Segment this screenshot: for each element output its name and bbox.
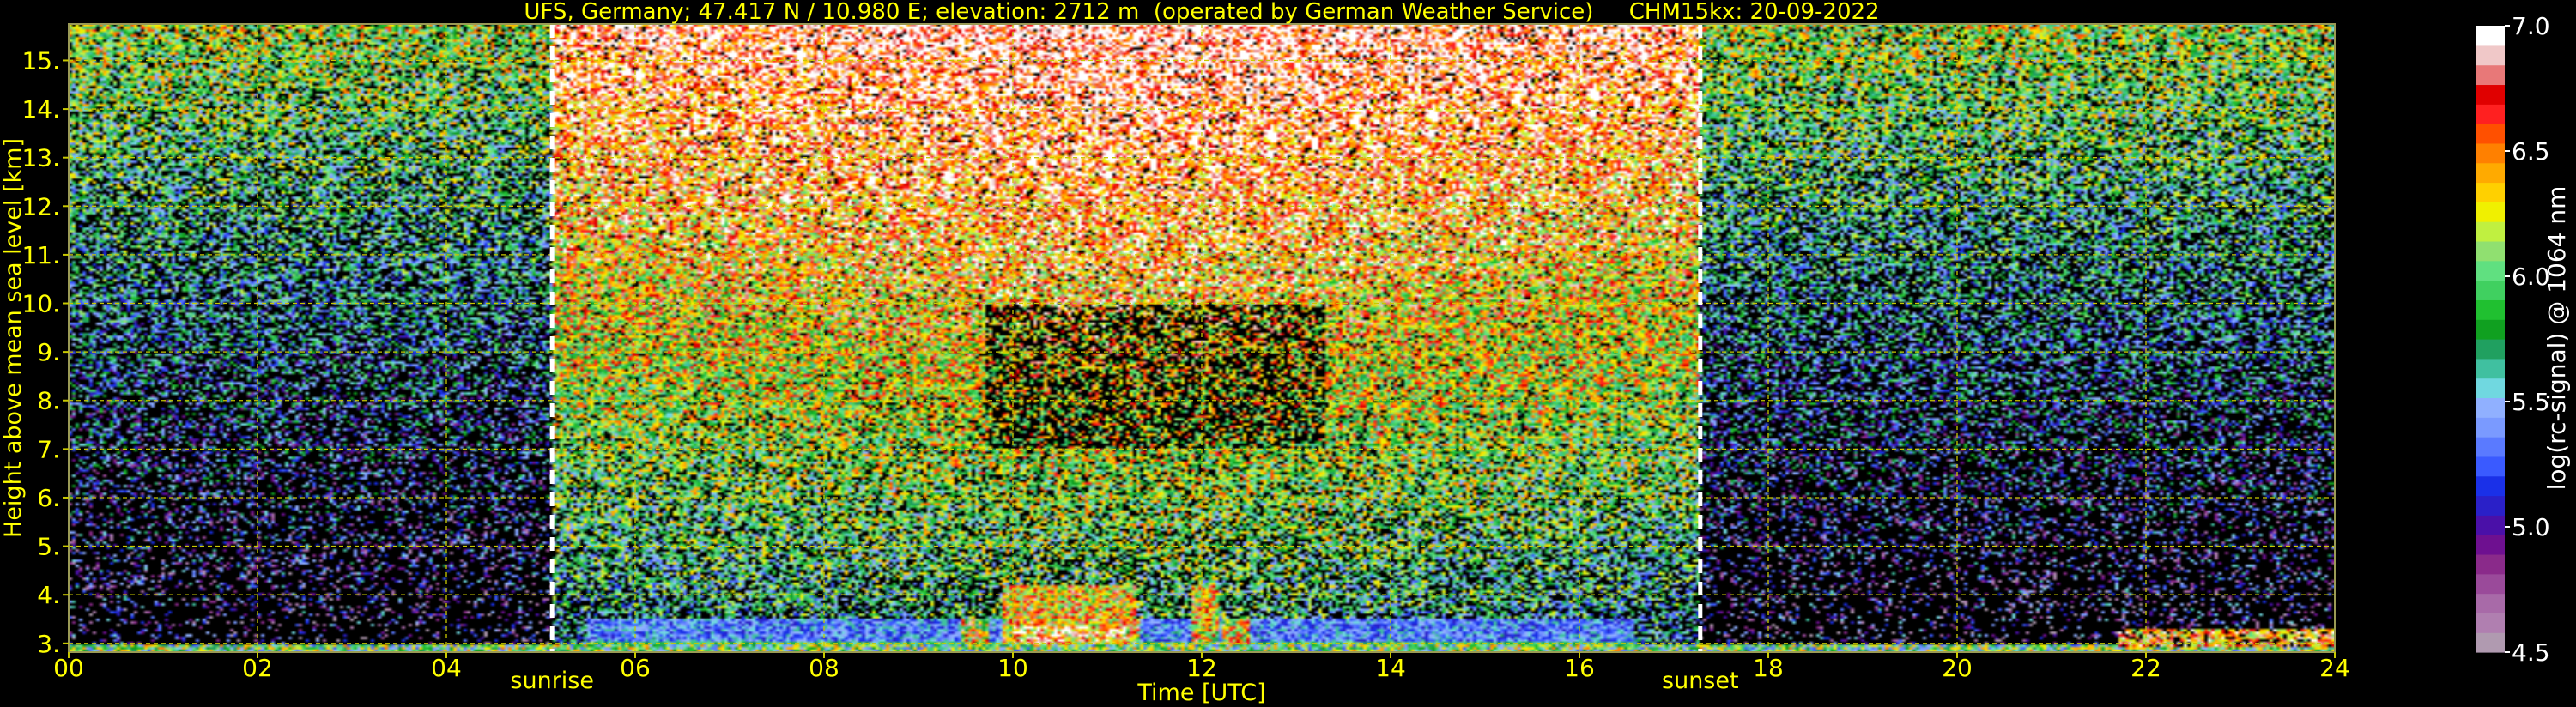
- y-tick-label: 15.: [21, 46, 60, 75]
- y-tick-label: 8.: [37, 387, 60, 415]
- colorbar-swatch: [2476, 437, 2505, 457]
- y-tick-label: 3.: [37, 630, 60, 658]
- y-tick-label: 5.: [37, 533, 60, 561]
- chart-title: UFS, Germany; 47.417 N / 10.980 E; eleva…: [524, 0, 1879, 25]
- colorbar-swatch: [2476, 397, 2505, 418]
- colorbar-swatch: [2476, 45, 2505, 66]
- colorbar-swatch: [2476, 162, 2505, 184]
- x-tick-label: 18: [1753, 654, 1784, 682]
- x-tick-label: 24: [2319, 654, 2350, 682]
- colorbar-swatch: [2476, 84, 2505, 105]
- colorbar-swatch: [2476, 535, 2505, 555]
- y-tick-label: 11.: [21, 241, 60, 269]
- x-tick-label: 04: [431, 654, 462, 682]
- colorbar-swatch: [2476, 515, 2505, 535]
- colorbar-swatch: [2476, 64, 2505, 86]
- x-tick-label: 10: [997, 654, 1028, 682]
- colorbar-swatch: [2476, 378, 2505, 399]
- x-tick-label: 16: [1564, 654, 1595, 682]
- colorbar-swatch: [2476, 280, 2505, 300]
- y-tick-label: 9.: [37, 338, 60, 366]
- colorbar-tick-label: 6.5: [2512, 137, 2550, 166]
- colorbar-label: log(rc-signal) @ 1064 nm: [2543, 186, 2571, 491]
- colorbar-swatch: [2476, 260, 2505, 281]
- colorbar-tick-label: 5.0: [2512, 513, 2550, 541]
- colorbar-swatch: [2476, 573, 2505, 595]
- colorbar-swatch: [2476, 202, 2505, 222]
- x-tick-label: 02: [242, 654, 273, 682]
- colorbar-swatch: [2476, 456, 2505, 477]
- colorbar-swatch: [2476, 593, 2505, 613]
- colorbar-swatches: [2476, 26, 2505, 653]
- colorbar-tick-label: 4.5: [2512, 638, 2550, 667]
- colorbar-swatch: [2476, 495, 2505, 516]
- colorbar-swatch: [2476, 613, 2505, 633]
- colorbar-swatch: [2476, 142, 2505, 164]
- x-tick-label: 20: [1942, 654, 1973, 682]
- colorbar-swatch: [2476, 299, 2505, 320]
- marker-label-sunset: sunset: [1662, 668, 1739, 694]
- x-tick-label: 12: [1186, 654, 1217, 682]
- x-tick-label: 00: [53, 654, 84, 682]
- colorbar-swatch: [2476, 182, 2505, 202]
- colorbar-swatch: [2476, 319, 2505, 340]
- colorbar-swatch: [2476, 632, 2505, 653]
- y-tick-label: 4.: [37, 581, 60, 609]
- x-axis-label: Time [UTC]: [1136, 680, 1265, 706]
- colorbar-tick-label: 7.0: [2512, 12, 2550, 40]
- y-tick-label: 10.: [21, 290, 60, 318]
- lidar-backscatter-chart: sunrise sunset 00 02 04 06 08 10 12 14 16 18 20 22 24…: [0, 0, 2576, 707]
- x-tick-label: 14: [1375, 654, 1406, 682]
- colorbar-swatch: [2476, 240, 2505, 262]
- y-tick-label: 13.: [21, 144, 60, 172]
- x-tick-label: 06: [620, 654, 651, 682]
- colorbar-swatch: [2476, 358, 2505, 379]
- colorbar-swatch: [2476, 221, 2505, 242]
- y-tick-label: 12.: [21, 192, 60, 221]
- y-tick-label: 6.: [37, 484, 60, 512]
- colorbar-swatch: [2476, 339, 2505, 360]
- x-tick-label: 08: [809, 654, 839, 682]
- marker-label-sunrise: sunrise: [510, 668, 594, 694]
- x-tick-label: 22: [2131, 654, 2161, 682]
- colorbar-swatch: [2476, 104, 2505, 124]
- colorbar-swatch: [2476, 124, 2505, 144]
- y-axis-label: Height above mean sea level [km]: [0, 138, 27, 538]
- colorbar-swatch: [2476, 475, 2505, 497]
- y-tick-label: 14.: [21, 95, 60, 124]
- colorbar-swatch: [2476, 417, 2505, 438]
- y-tick-label: 7.: [37, 435, 60, 463]
- colorbar-swatch: [2476, 553, 2505, 575]
- colorbar-swatch: [2476, 26, 2505, 46]
